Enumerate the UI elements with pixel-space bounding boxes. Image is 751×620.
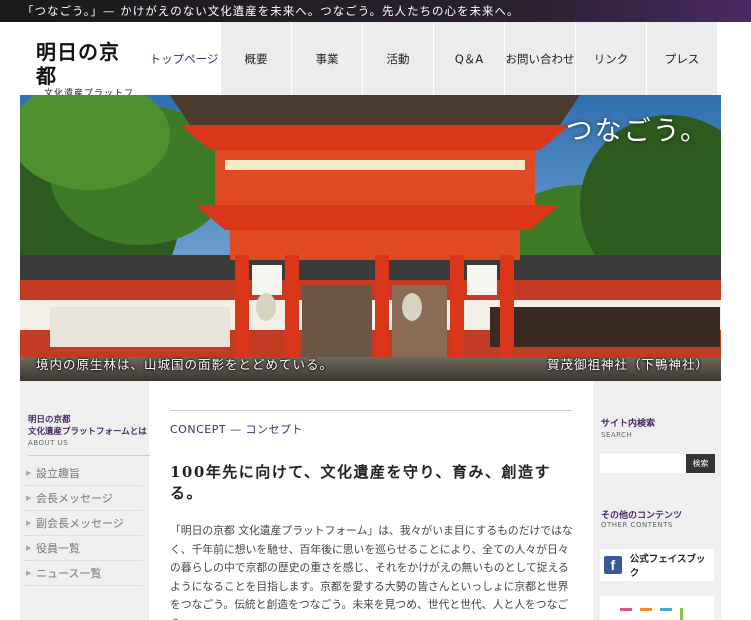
banner-graphic — [620, 608, 683, 620]
menu-item-label: 設立趣旨 — [36, 467, 80, 480]
chevron-right-icon: ▶ — [26, 469, 32, 477]
facebook-label: 公式フェイスブック — [629, 554, 706, 579]
menu-item-officers[interactable]: ▶ 役員一覧 — [24, 536, 142, 561]
site-logo[interactable]: 明日の京都 文化遺産プラットフォーム — [36, 40, 136, 111]
concept-body: 「明日の京都 文化遺産プラットフォーム」は、我々がいま目にするものだけではなく、… — [170, 524, 573, 620]
menu-item-founding[interactable]: ▶ 設立趣旨 — [24, 461, 142, 486]
nav-links[interactable]: リンク — [575, 22, 646, 95]
menu-item-chair-message[interactable]: ▶ 会長メッセージ — [24, 486, 142, 511]
nav-projects[interactable]: 事業 — [291, 22, 362, 95]
chevron-right-icon: ▶ — [26, 544, 32, 552]
nav-activities[interactable]: 活動 — [362, 22, 433, 95]
about-title-line2: 文化遺産プラットフォームとは — [28, 427, 147, 437]
hero-tagline: つなごう。 — [565, 116, 709, 147]
section-label: CONCEPT — コンセプト — [170, 410, 572, 437]
chevron-right-icon: ▶ — [26, 569, 32, 577]
about-subtitle: ABOUT US — [28, 439, 150, 456]
hero-image: つなごう。 境内の原生林は、山城国の面影をとどめている。 賀茂御祖神社（下鴨神社… — [20, 95, 721, 381]
nav-qa[interactable]: Q＆A — [433, 22, 504, 95]
facebook-link[interactable]: f 公式フェイスブック — [600, 549, 714, 581]
site-header: 明日の京都 文化遺産プラットフォーム トップページ 概要 事業 活動 Q＆A お… — [0, 22, 751, 111]
facebook-icon: f — [604, 556, 622, 574]
chevron-right-icon: ▶ — [26, 494, 32, 502]
menu-item-label: ニュース一覧 — [36, 567, 102, 580]
about-menu: ▶ 設立趣旨 ▶ 会長メッセージ ▶ 副会長メッセージ ▶ 役員一覧 ▶ ニュース一覧 — [20, 461, 149, 586]
about-title-line1: 明日の京都 — [28, 415, 71, 425]
nav-press[interactable]: プレス — [646, 22, 717, 95]
search-title: サイト内検索 — [601, 419, 656, 429]
menu-item-vice-chair-message[interactable]: ▶ 副会長メッセージ — [24, 511, 142, 536]
main-content: CONCEPT — コンセプト 100年先に向けて、文化遺産を守り、育み、創造す… — [170, 381, 573, 620]
global-nav: トップページ 概要 事業 活動 Q＆A お問い合わせ リンク プレス — [148, 22, 717, 95]
right-sidebar: サイト内検索 SEARCH 検索 その他のコンテンツ OTHER CONTENT… — [593, 381, 721, 620]
other-contents-subtitle: OTHER CONTENTS — [601, 521, 673, 529]
search-subtitle: SEARCH — [601, 431, 633, 439]
left-sidebar: 明日の京都 文化遺産プラットフォームとは ABOUT US ▶ 設立趣旨 ▶ 会長メ… — [20, 381, 150, 620]
nav-home[interactable]: トップページ — [148, 22, 220, 95]
search-button[interactable]: 検索 — [686, 454, 715, 473]
menu-item-label: 会長メッセージ — [36, 492, 113, 505]
menu-item-news[interactable]: ▶ ニュース一覧 — [24, 561, 142, 586]
menu-item-label: 副会長メッセージ — [36, 517, 124, 530]
hero-caption-left: 境内の原生林は、山城国の面影をとどめている。 — [36, 357, 334, 372]
hero-caption-right: 賀茂御祖神社（下鴨神社） — [546, 357, 709, 372]
about-heading[interactable]: 明日の京都 文化遺産プラットフォームとは ABOUT US — [20, 381, 150, 456]
nav-contact[interactable]: お問い合わせ — [504, 22, 575, 95]
logo-title: 明日の京都 — [36, 40, 120, 88]
menu-item-label: 役員一覧 — [36, 542, 80, 555]
search-form: 検索 — [600, 454, 715, 473]
content-banner[interactable] — [600, 596, 714, 620]
concept-headline: 100年先に向けて、文化遺産を守り、育み、創造する。 — [170, 463, 551, 502]
other-contents-title: その他のコンテンツ — [601, 511, 683, 521]
search-input[interactable] — [600, 454, 686, 473]
nav-overview[interactable]: 概要 — [220, 22, 291, 95]
chevron-right-icon: ▶ — [26, 519, 32, 527]
top-banner-text: 「つなごう。」— かけがえのない文化遺産を未来へ。つなごう。先人たちの心を未来へ… — [22, 4, 520, 18]
top-banner: 「つなごう。」— かけがえのない文化遺産を未来へ。つなごう。先人たちの心を未来へ… — [0, 0, 751, 22]
